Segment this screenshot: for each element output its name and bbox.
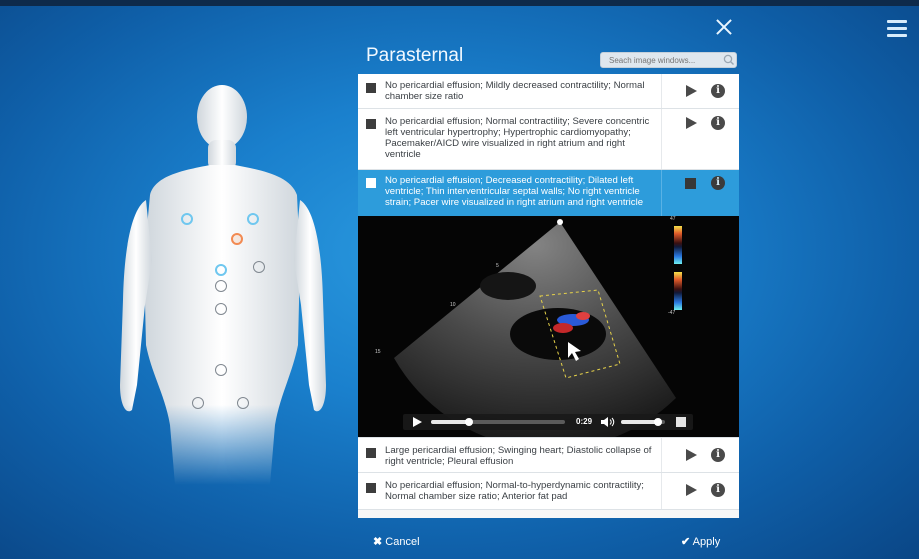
search-input[interactable] (600, 52, 737, 68)
info-icon[interactable]: i (711, 84, 725, 98)
clip-list: No pericardial effusion; Mildly decrease… (358, 74, 739, 518)
close-icon[interactable] (715, 18, 733, 36)
clip-label: No pericardial effusion; Normal-to-hyper… (385, 480, 644, 502)
play-icon[interactable] (686, 117, 697, 129)
play-icon[interactable] (686, 449, 697, 461)
stop-icon[interactable] (685, 178, 696, 189)
probe-position-marker[interactable] (215, 280, 227, 292)
hamburger-menu-icon[interactable] (887, 20, 907, 38)
depth-label: 10 (450, 302, 456, 308)
seek-handle[interactable] (464, 418, 473, 426)
probe-position-marker-active[interactable] (231, 233, 243, 245)
row-divider (661, 74, 662, 108)
row-divider (661, 438, 662, 472)
body-figure (110, 85, 340, 485)
probe-position-marker[interactable] (215, 264, 227, 276)
clip-checkbox[interactable] (366, 483, 376, 493)
play-icon[interactable] (686, 85, 697, 97)
echo-video-player[interactable]: 5 10 15 47 -47 0:29 (358, 216, 739, 437)
probe-position-marker[interactable] (192, 397, 204, 409)
apply-button[interactable]: ✔ Apply (681, 535, 720, 548)
cancel-label: Cancel (385, 536, 420, 548)
clip-row[interactable]: No pericardial effusion; Mildly decrease… (358, 74, 739, 109)
clip-checkbox[interactable] (366, 83, 376, 93)
play-icon[interactable] (413, 417, 422, 427)
probe-position-marker[interactable] (247, 213, 259, 225)
window-top-border (0, 0, 919, 6)
cancel-x-icon: ✖ (373, 536, 383, 548)
probe-position-marker[interactable] (253, 261, 265, 273)
clip-label: No pericardial effusion; Mildly decrease… (385, 80, 645, 102)
cancel-button[interactable]: ✖ Cancel (373, 535, 420, 548)
info-icon[interactable]: i (711, 116, 725, 130)
volume-slider[interactable] (621, 418, 665, 426)
probe-position-marker[interactable] (215, 303, 227, 315)
clip-checkbox[interactable] (366, 448, 376, 458)
probe-position-marker[interactable] (181, 213, 193, 225)
volume-handle[interactable] (654, 418, 663, 426)
clip-checkbox[interactable] (366, 178, 376, 188)
row-divider (661, 109, 662, 169)
panel-title: Parasternal (366, 45, 464, 66)
seek-bar[interactable] (431, 418, 565, 426)
clip-row[interactable]: No pericardial effusion; Normal-to-hyper… (358, 473, 739, 510)
clip-row[interactable]: No pericardial effusion; Normal contract… (358, 109, 739, 170)
depth-label: 15 (375, 349, 381, 355)
color-scale-top: 47 (670, 216, 676, 222)
row-divider (661, 170, 662, 216)
fullscreen-icon[interactable] (676, 417, 686, 427)
clip-row[interactable]: Large pericardial effusion; Swinging hea… (358, 437, 739, 473)
apply-label: Apply (692, 536, 721, 548)
clip-label: No pericardial effusion; Decreased contr… (385, 175, 644, 208)
seek-bar-progress (431, 420, 469, 424)
probe-position-marker[interactable] (237, 397, 249, 409)
info-icon[interactable]: i (711, 448, 725, 462)
clip-label: No pericardial effusion; Normal contract… (385, 116, 650, 160)
search-icon[interactable] (722, 53, 736, 67)
play-icon[interactable] (686, 484, 697, 496)
clip-row-selected[interactable]: No pericardial effusion; Decreased contr… (358, 170, 739, 216)
volume-icon[interactable] (600, 417, 616, 427)
depth-label: 5 (496, 263, 499, 269)
check-icon: ✔ (681, 536, 691, 548)
info-icon[interactable]: i (711, 483, 725, 497)
clip-checkbox[interactable] (366, 119, 376, 129)
playback-time: 0:29 (576, 417, 593, 426)
color-scale-bottom: -47 (668, 310, 676, 316)
probe-position-marker[interactable] (215, 364, 227, 376)
volume-level (621, 420, 659, 424)
row-divider (661, 473, 662, 509)
clip-label: Large pericardial effusion; Swinging hea… (385, 445, 652, 467)
echocardiogram-image (394, 219, 682, 437)
video-controls: 0:29 (403, 414, 693, 430)
info-icon[interactable]: i (711, 176, 725, 190)
